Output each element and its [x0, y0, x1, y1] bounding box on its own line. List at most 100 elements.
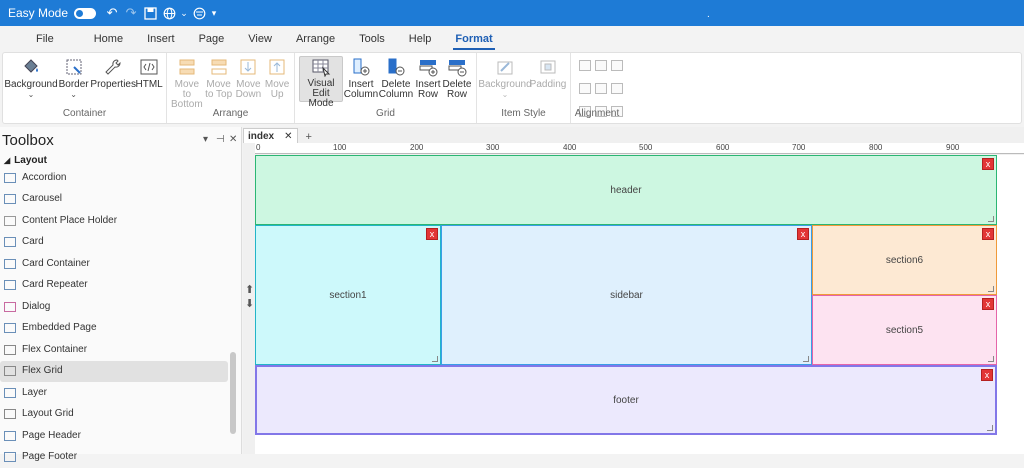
toolbox-item-card-repeater[interactable]: Card Repeater: [0, 275, 228, 297]
section1-cell[interactable]: section1 x: [255, 225, 441, 365]
resize-grip-icon[interactable]: [988, 356, 994, 362]
menu-page[interactable]: Page: [187, 33, 237, 50]
chevron-down-icon[interactable]: ⌄: [180, 5, 188, 21]
redo-icon[interactable]: ↷: [123, 5, 139, 21]
align-top-right-button[interactable]: [611, 60, 623, 71]
section6-cell[interactable]: section6 x: [812, 225, 997, 295]
language-icon[interactable]: [191, 5, 207, 21]
toolbox-item-label: Carousel: [22, 193, 62, 205]
toolbox-item-accordion[interactable]: Accordion: [0, 167, 228, 189]
toolbox-item-flex-container[interactable]: Flex Container: [0, 339, 228, 361]
toolbox-item-layout-grid[interactable]: Layout Grid: [0, 404, 228, 426]
layout-grid-icon: [4, 409, 16, 419]
delete-cell-button[interactable]: x: [982, 228, 994, 240]
ruler-label: 800: [869, 143, 882, 152]
toolbox-item-content-place-holder[interactable]: Content Place Holder: [0, 210, 228, 232]
save-icon[interactable]: [142, 5, 158, 21]
ribbon: Background ⌄ Border ⌄ Properties HTML Co…: [2, 52, 1022, 124]
padding-icon: [537, 56, 559, 78]
delete-cell-button[interactable]: x: [426, 228, 438, 240]
globe-icon[interactable]: [161, 5, 177, 21]
align-middle-center-button[interactable]: [595, 83, 607, 94]
delete-row-label: Delete Row: [443, 80, 472, 100]
menu-insert[interactable]: Insert: [135, 33, 187, 50]
menu-view[interactable]: View: [236, 33, 284, 50]
toolbox-item-card[interactable]: Card: [0, 232, 228, 254]
row-move-controls: ⬆ ⬇: [245, 283, 254, 311]
quick-access-dropdown-icon[interactable]: ▾: [210, 5, 218, 21]
item-background-icon: [494, 56, 516, 78]
resize-grip-icon[interactable]: [988, 216, 994, 222]
delete-cell-button[interactable]: x: [797, 228, 809, 240]
tab-index[interactable]: index ✕: [243, 128, 298, 143]
section5-cell[interactable]: section5 x: [812, 295, 997, 365]
delete-cell-button[interactable]: x: [982, 158, 994, 170]
align-top-left-button[interactable]: [579, 60, 591, 71]
resize-grip-icon[interactable]: [803, 356, 809, 362]
footer-cell[interactable]: footer x: [255, 365, 997, 435]
menu-arrange[interactable]: Arrange: [284, 33, 347, 50]
align-top-center-button[interactable]: [595, 60, 607, 71]
menu-help[interactable]: Help: [397, 33, 444, 50]
easy-mode-toggle[interactable]: [74, 8, 96, 19]
move-row-down-icon[interactable]: ⬇: [245, 297, 254, 311]
align-middle-left-button[interactable]: [579, 83, 591, 94]
toolbox-item-page-footer[interactable]: Page Footer: [0, 447, 228, 468]
toolbox-item-dialog[interactable]: Dialog: [0, 296, 228, 318]
dialog-icon: [4, 302, 16, 312]
chevron-down-icon: ⌄: [70, 90, 77, 100]
close-icon[interactable]: ✕: [284, 131, 292, 142]
menu-file[interactable]: File: [24, 33, 66, 50]
toolbox-item-embedded-page[interactable]: Embedded Page: [0, 318, 228, 340]
item-background-label: Background: [478, 80, 531, 90]
padding-label: Padding: [530, 80, 567, 90]
sidebar-cell-label: sidebar: [610, 290, 643, 301]
move-row-up-icon[interactable]: ⬆: [245, 283, 254, 297]
menu-format[interactable]: Format: [443, 33, 504, 50]
delete-cell-button[interactable]: x: [982, 298, 994, 310]
toolbox-item-page-header[interactable]: Page Header: [0, 425, 228, 447]
background-label: Background: [4, 80, 57, 90]
add-tab-icon[interactable]: +: [306, 131, 312, 143]
container-group-label: Container: [3, 108, 166, 119]
paint-bucket-icon: [20, 56, 42, 78]
panel-dropdown-icon[interactable]: ▾: [203, 134, 208, 145]
toolbox-item-flex-grid[interactable]: Flex Grid: [0, 361, 228, 383]
resize-grip-icon[interactable]: [987, 425, 993, 431]
menu-home[interactable]: Home: [66, 33, 135, 50]
border-label: Border: [59, 80, 89, 90]
page-header-icon: [4, 431, 16, 441]
menu-tools[interactable]: Tools: [347, 33, 397, 50]
code-icon: [138, 56, 160, 78]
toolbox-panel: Toolbox ▾ ⊣ ✕ ◢ Layout Accordion Carouse…: [0, 127, 242, 454]
embedded-page-icon: [4, 323, 16, 333]
insert-row-label: Insert Row: [414, 80, 442, 100]
layout-section[interactable]: ◢ Layout: [0, 153, 241, 167]
move-down-label: Move Down: [234, 80, 262, 100]
card-icon: [4, 237, 16, 247]
visual-edit-mode-button[interactable]: Visual Edit Mode: [299, 56, 343, 102]
section6-cell-label: section6: [886, 255, 923, 266]
toolbox-item-layer[interactable]: Layer: [0, 382, 228, 404]
resize-grip-icon[interactable]: [988, 286, 994, 292]
undo-icon[interactable]: ↶: [104, 5, 120, 21]
grid-group-label: Grid: [295, 108, 476, 119]
resize-grip-icon[interactable]: [432, 356, 438, 362]
delete-cell-button[interactable]: x: [981, 369, 993, 381]
sidebar-cell[interactable]: sidebar x: [441, 225, 812, 365]
toolbox-item-label: Accordion: [22, 172, 66, 184]
toolbox-item-label: Embedded Page: [22, 322, 97, 334]
pin-icon[interactable]: ⊣: [216, 134, 225, 145]
move-to-top-label: Move to Top: [204, 80, 234, 100]
section5-cell-label: section5: [886, 325, 923, 336]
ruler-label: 100: [333, 143, 346, 152]
close-icon[interactable]: ✕: [229, 134, 237, 145]
delete-column-label: Delete Column: [379, 80, 413, 100]
toolbox-item-carousel[interactable]: Carousel: [0, 189, 228, 211]
header-cell[interactable]: header x: [255, 155, 997, 225]
flex-container-icon: [4, 345, 16, 355]
header-cell-label: header: [610, 185, 641, 196]
align-middle-right-button[interactable]: [611, 83, 623, 94]
toolbox-item-card-container[interactable]: Card Container: [0, 253, 228, 275]
toolbox-scrollbar[interactable]: [230, 352, 236, 434]
